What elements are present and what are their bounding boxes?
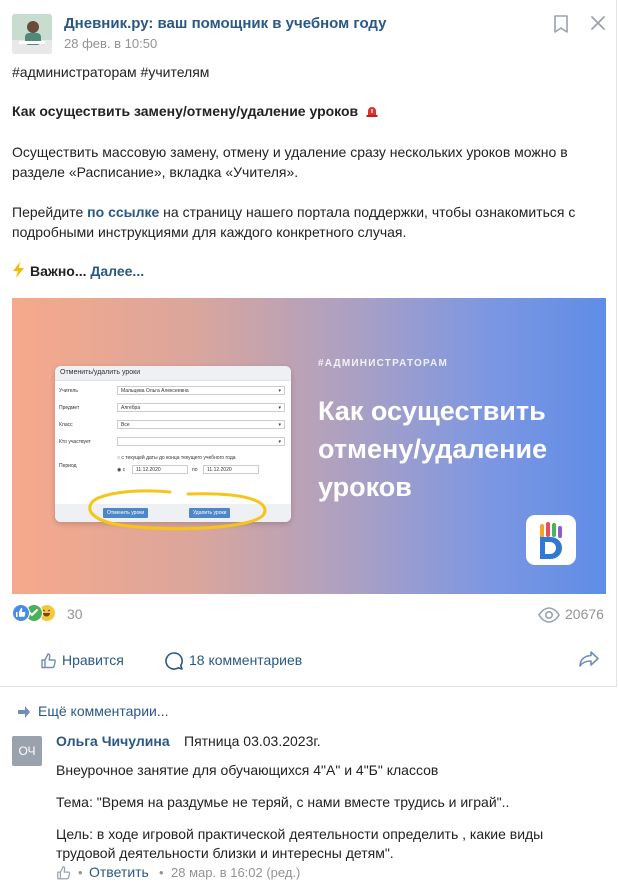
dnevnik-logo <box>526 515 576 565</box>
post-author[interactable]: Дневник.ру: ваш помощник в учебном году <box>64 15 386 32</box>
post-image[interactable]: Отменить/удалить уроки Учитель Мальцева … <box>12 298 606 594</box>
highlight-ellipse <box>88 489 267 531</box>
mock-dialog-title: Отменить/удалить уроки <box>55 366 291 381</box>
mock-value-class: Все <box>121 422 130 428</box>
support-link[interactable]: по ссылке <box>87 204 159 220</box>
mock-dropdown-icon: ▾ <box>278 422 281 428</box>
mock-value-teacher: Мальцева Ольга Алексеевна <box>121 388 189 394</box>
share-button[interactable] <box>578 650 600 671</box>
comment-sep-2: • <box>159 865 164 880</box>
comment-time[interactable]: 28 мар. в 16:02 (ред.) <box>171 865 300 880</box>
views-count: 20676 <box>565 606 604 622</box>
mock-to-prefix: по <box>192 467 198 473</box>
comment-line-3: Цель: в ходе игровой практической деятел… <box>56 826 544 861</box>
mock-label-subject: Предмет <box>59 405 80 411</box>
mock-select-class: Все ▾ <box>117 420 285 429</box>
comment-date-text: Пятница 03.03.2023г. <box>184 733 321 749</box>
siren-icon <box>365 103 379 123</box>
banner-tag: #АДМИНИСТРАТОРАМ <box>318 358 448 369</box>
comment-avatar[interactable]: ОЧ <box>12 736 42 766</box>
like-reaction-icon <box>12 604 30 622</box>
more-comments-label: Ещё комментарии... <box>38 703 169 719</box>
mock-label-period: Период <box>59 463 77 469</box>
mock-dropdown-icon: ▾ <box>278 388 281 394</box>
lightning-icon <box>12 262 26 283</box>
comment-like-button[interactable] <box>56 865 72 884</box>
mock-period-option-2: ◉ с <box>117 467 126 473</box>
views: 20676 <box>538 605 604 628</box>
arrow-right-icon <box>18 706 30 718</box>
post-paragraph-2: Перейдите по ссылке на страницу нашего п… <box>12 202 606 242</box>
comment-reply-link[interactable]: Ответить <box>89 864 149 880</box>
mock-period-option-1: ○ с текущей даты до конца текущего учебн… <box>117 455 236 461</box>
eye-icon <box>538 607 560 623</box>
comment-icon <box>165 652 183 670</box>
post-card: Дневник.ру: ваш помощник в учебном году … <box>0 0 617 687</box>
comments-label: 18 комментариев <box>189 652 303 668</box>
comment-author[interactable]: Ольга Чичулина <box>56 733 170 749</box>
more-options-icon[interactable] <box>588 13 608 36</box>
bookmark-icon[interactable] <box>552 14 570 37</box>
comment-sep-1: • <box>78 865 83 880</box>
share-icon <box>579 651 599 667</box>
mock-dropdown-icon: ▾ <box>278 439 281 445</box>
mock-select-teacher: Мальцева Ольга Алексеевна ▾ <box>117 386 285 395</box>
mock-date-to: 11.12.2020 <box>203 465 259 474</box>
post-hashtags[interactable]: #администраторам #учителям <box>12 62 209 82</box>
banner-title: Как осуществить отмену/удаление уроков <box>318 396 548 502</box>
mock-select-participants: ▾ <box>117 437 285 446</box>
mock-select-subject: Алгебра ▾ <box>117 403 285 412</box>
mock-label-teacher: Учитель <box>59 388 78 394</box>
comment-line-2: Тема: "Время на раздумье не теряй, с нам… <box>56 794 510 810</box>
comment-line-1: Внеурочное занятие для обучающихся 4"А" … <box>56 762 439 778</box>
mock-from-prefix: с <box>122 467 126 473</box>
reactions-count: 30 <box>67 606 83 622</box>
p2-before: Перейдите <box>12 204 88 220</box>
read-more-link[interactable]: Далее... <box>90 263 144 279</box>
post-paragraph-1: Осуществить массовую замену, отмену и уд… <box>12 144 568 180</box>
post-date[interactable]: 28 фев. в 10:50 <box>64 36 157 51</box>
thumbs-up-icon <box>57 866 71 880</box>
mock-dropdown-icon: ▾ <box>278 405 281 411</box>
mock-date-from-value: 11.12.2020 <box>136 467 161 473</box>
like-label: Нравится <box>62 652 124 668</box>
thumbs-up-icon <box>41 653 56 669</box>
mock-date-to-value: 11.12.2020 <box>207 467 232 473</box>
post-heading: Как осуществить замену/отмену/удаление у… <box>12 101 379 123</box>
mock-value-subject: Алгебра <box>121 405 141 411</box>
post-important: Важно... Далее... <box>12 261 144 283</box>
important-label: Важно... <box>30 263 87 279</box>
mock-label-participants: Кто участвует <box>59 439 91 445</box>
mock-date-from: 11.12.2020 <box>132 465 188 474</box>
mock-label-class: Класс <box>59 422 73 428</box>
community-avatar[interactable] <box>12 14 52 54</box>
mock-period-option-1-text: с текущей даты до конца текущего учебног… <box>121 455 236 461</box>
post-heading-text: Как осуществить замену/отмену/удаление у… <box>12 103 359 119</box>
